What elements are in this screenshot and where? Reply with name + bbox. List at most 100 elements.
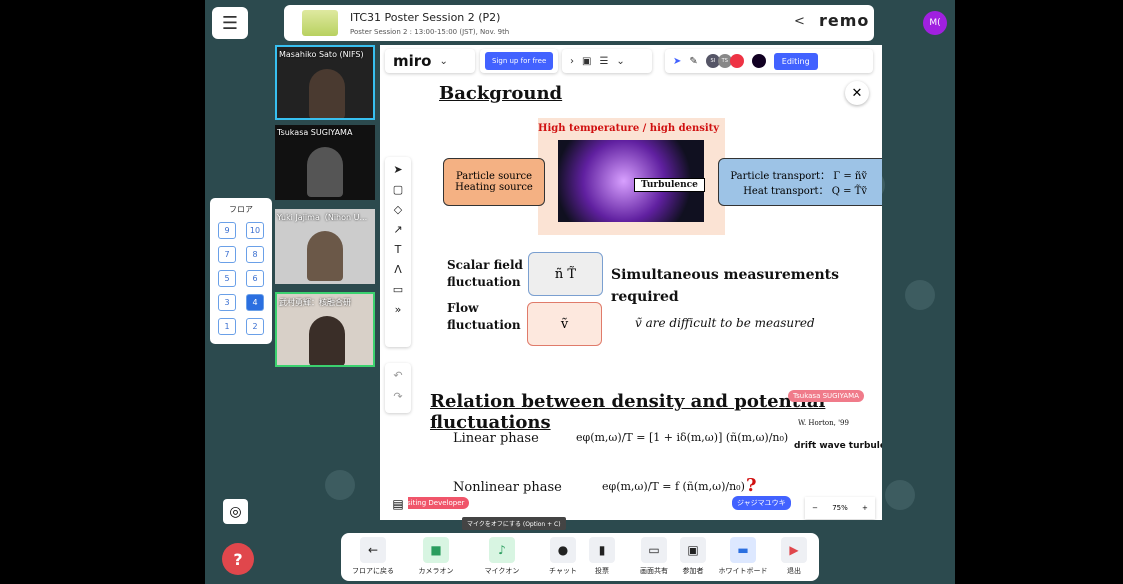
locate-icon[interactable]: ◎ [223, 499, 248, 524]
zoom-out-button[interactable]: − [812, 504, 818, 512]
simultaneous-text: Simultaneous measurements required [611, 264, 839, 308]
cursor-tag: siting Developer [402, 497, 470, 509]
transport-text: Particle transport： Γ = ñṽ [730, 171, 867, 182]
user-avatar[interactable]: M( [923, 11, 947, 35]
comment-icon[interactable]: ▭ [393, 283, 403, 296]
nonlinear-label: Nonlinear phase [453, 480, 562, 495]
editing-button[interactable]: Editing [773, 52, 818, 70]
floor-button[interactable]: 6 [246, 270, 264, 287]
flow-box: ṽ [527, 302, 602, 346]
share-icon[interactable]: < [794, 14, 805, 29]
button-label: 投票 [595, 567, 609, 575]
linear-label: Linear phase [453, 431, 539, 446]
drift-wave-text: drift wave turbule [794, 441, 882, 451]
close-icon[interactable]: ✕ [845, 81, 869, 105]
bottom-toolbar: ← フロアに戻る ■ カメラオン ♪ マイクオン ● チャット ▮ 投票 ▭ 画面共有 ▣ 参… [341, 533, 819, 581]
video-tile[interactable]: Masahiko Sato (NIFS) [275, 45, 375, 120]
select-icon[interactable]: ➤ [393, 163, 402, 176]
menu-button[interactable]: ☰ [212, 7, 248, 39]
label-line: Simultaneous measurements [611, 267, 840, 283]
video-tile[interactable]: Yuki Jajima（Nihon U... [275, 209, 375, 284]
floor-button[interactable]: 4 [246, 294, 264, 311]
poster-heading: Background [439, 83, 563, 104]
exit-icon: ▶ [781, 537, 807, 563]
exit-button[interactable]: ▶ 退出 [769, 537, 819, 576]
back-to-floor-button[interactable]: ← フロアに戻る [348, 537, 398, 576]
pen-icon[interactable]: Λ [394, 263, 402, 276]
floor-label: フロア [229, 205, 253, 214]
notes-icon[interactable]: ☰ [599, 56, 608, 67]
chevron-right-icon[interactable]: › [570, 56, 574, 67]
celebrate-icon[interactable]: ✎ [689, 56, 697, 67]
presentation-icon[interactable]: ▣ [582, 56, 591, 67]
button-label: 参加者 [682, 567, 704, 575]
view-toolbar: › ▣ ☰ ⌄ [562, 49, 652, 73]
label-line: fluctuation [447, 275, 521, 289]
floor-button[interactable]: 9 [218, 222, 236, 239]
line-icon[interactable]: ↗ [393, 223, 402, 236]
poll-icon: ▮ [589, 537, 615, 563]
label-line: Scalar field [447, 258, 523, 272]
zoom-control: − 75% + [805, 497, 875, 519]
question-mark: ? [746, 475, 757, 496]
label-line: fluctuation [447, 318, 521, 332]
event-title: ITC31 Poster Session 2 (P2) [350, 11, 501, 24]
sidebar-toggle-icon[interactable]: ▤ [388, 497, 408, 517]
floor-button[interactable]: 8 [246, 246, 264, 263]
label-line: required [611, 289, 679, 305]
chevron-down-icon[interactable]: ⌄ [439, 56, 447, 67]
floor-button[interactable]: 7 [218, 246, 236, 263]
floor-button[interactable]: 3 [218, 294, 236, 311]
button-label: フロアに戻る [352, 567, 394, 575]
camera-icon: ■ [423, 537, 449, 563]
map-table [905, 280, 935, 310]
floor-button[interactable]: 2 [246, 318, 264, 335]
miro-menu: miro ⌄ [385, 49, 475, 73]
collab-toolbar: ➤ ✎ SI TS Editing [665, 49, 873, 73]
poll-button[interactable]: ▮ 投票 [577, 537, 627, 576]
whiteboard-button[interactable]: ▬ ホワイトボード [718, 537, 768, 576]
citation: W. Horton, '99 [798, 419, 849, 427]
floor-button[interactable]: 1 [218, 318, 236, 335]
text-icon[interactable]: T [395, 243, 402, 256]
map-table [885, 480, 915, 510]
video-tile[interactable]: 武村勇輝：核融合研 [275, 292, 375, 367]
participant-name: Yuki Jajima（Nihon U... [277, 213, 368, 222]
button-label: マイクオン [484, 567, 520, 575]
cursor-tag: Tsukasa SUGIYAMA [788, 390, 864, 402]
scalar-box: ñ T̃ [528, 252, 603, 296]
difficult-text: ṽ are difficult to be measured [635, 316, 815, 330]
help-button[interactable]: ? [222, 543, 254, 575]
whiteboard-icon: ▬ [730, 537, 756, 563]
participant-name: 武村勇輝：核融合研 [279, 298, 351, 307]
floor-button[interactable]: 10 [246, 222, 264, 239]
sticky-note-icon[interactable]: ▢ [393, 183, 403, 196]
shapes-icon[interactable]: ◇ [394, 203, 402, 216]
participant-name: Tsukasa SUGIYAMA [277, 128, 353, 137]
cursor-icon[interactable]: ➤ [673, 56, 681, 67]
video-tile[interactable]: Tsukasa SUGIYAMA [275, 125, 375, 200]
event-logo [302, 10, 338, 36]
nonlinear-equation: eφ(m,ω)/T = f (ñ(m,ω)/n₀) [602, 480, 745, 493]
screen-share-icon: ▭ [641, 537, 667, 563]
redo-icon[interactable]: ↷ [393, 390, 402, 403]
tooltip: マイクをオフにする (Option + C) [462, 517, 566, 530]
more-tools-icon[interactable]: » [395, 303, 402, 316]
participants-button[interactable]: ▣ 参加者 [668, 537, 718, 576]
miro-whiteboard[interactable]: miro ⌄ Sign up for free › ▣ ☰ ⌄ ➤ ✎ SI TS Ed… [380, 45, 882, 520]
microphone-icon: ♪ [489, 537, 515, 563]
signup-button[interactable]: Sign up for free [485, 52, 554, 70]
mic-button[interactable]: ♪ マイクオン [477, 537, 527, 576]
cursor-tag: ジャジマユウキ [732, 496, 791, 510]
collaborator-avatar[interactable] [729, 54, 744, 68]
linear-equation: eφ(m,ω)/T = [1 + iδ(m,ω)] (ñ(m,ω)/n₀) [576, 431, 789, 444]
chevron-down-icon[interactable]: ⌄ [616, 56, 624, 67]
zoom-in-button[interactable]: + [862, 504, 868, 512]
floor-button[interactable]: 5 [218, 270, 236, 287]
tool-palette: ➤ ▢ ◇ ↗ T Λ ▭ » [385, 157, 411, 347]
button-label: チャット [549, 567, 577, 575]
undo-icon[interactable]: ↶ [393, 369, 402, 382]
camera-button[interactable]: ■ カメラオン [411, 537, 461, 576]
label-line: Flow [447, 301, 479, 315]
user-avatar[interactable] [751, 54, 766, 68]
